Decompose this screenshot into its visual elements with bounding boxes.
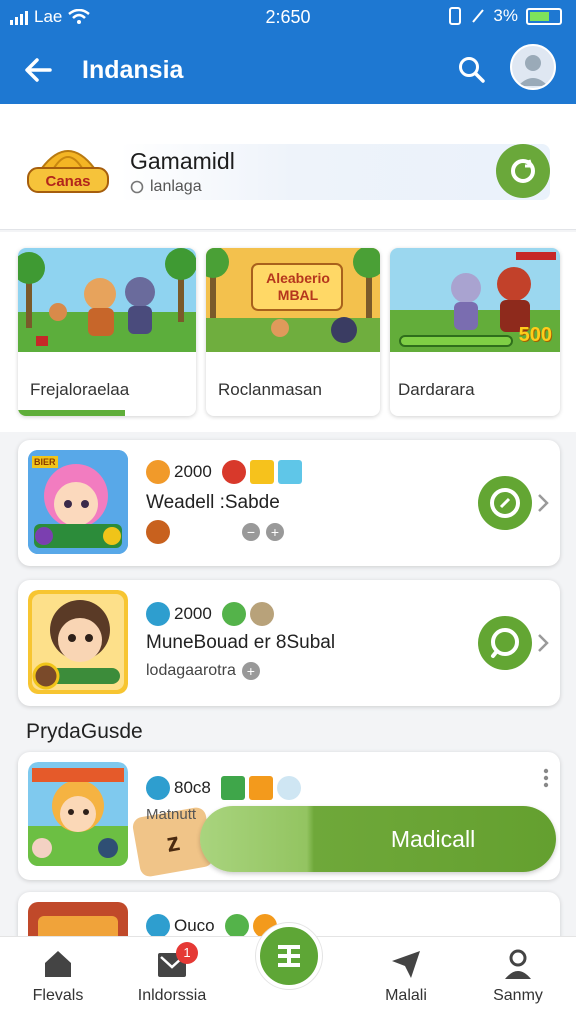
nav-label: Sanmy: [493, 987, 543, 1004]
add-icon[interactable]: +: [266, 523, 284, 541]
star-icon: [248, 776, 273, 800]
clock-icon: [146, 776, 170, 800]
tag-icon: [130, 180, 144, 194]
nav-item-home[interactable]: Flevals: [8, 947, 108, 1005]
nav-item-inbox[interactable]: Inldorssia: [122, 947, 222, 1005]
game-count: 2000: [174, 462, 212, 481]
profile-icon: [505, 949, 531, 979]
avatar[interactable]: [510, 44, 556, 90]
heart-icon: [221, 460, 246, 484]
center-menu-icon: [278, 945, 300, 967]
vibrate-icon: [449, 7, 462, 25]
chevron-right-icon[interactable]: [536, 632, 550, 654]
star-icon: [220, 776, 245, 800]
send-icon: [392, 951, 420, 978]
game-icon: BIER: [28, 450, 128, 554]
featured-label: Dardarara: [398, 380, 475, 399]
featured-card[interactable]: 500 Dardarara: [390, 248, 560, 416]
featured-image: [18, 248, 196, 352]
refresh-icon: [511, 159, 535, 183]
featured-card[interactable]: Aleaberio MBAL Roclanmasan: [206, 248, 380, 416]
game-icon: [28, 590, 128, 694]
featured-section: Frejaloraelaa Aleaberio MBAL Roclanmasan…: [0, 232, 576, 432]
leaf-icon: [221, 602, 246, 626]
featured-label: Frejaloraelaa: [30, 380, 130, 399]
snowflake-icon: [276, 776, 301, 800]
clock-icon: [146, 914, 170, 938]
game-count: Ouco: [174, 916, 215, 935]
sword-icon: [146, 602, 170, 626]
nav-item-profile[interactable]: Sanmy: [468, 947, 568, 1005]
notification-badge: 1: [176, 942, 198, 964]
remove-icon[interactable]: −: [242, 523, 260, 541]
game-count: 2000: [174, 604, 212, 623]
home-icon: [45, 951, 71, 977]
nav-item-send[interactable]: Malali: [356, 947, 456, 1005]
page-title: Indansia: [82, 56, 184, 84]
more-options-icon[interactable]: [542, 768, 550, 788]
game-title: MuneBouad er 8Subal: [146, 632, 336, 653]
logo-text: Canas: [45, 173, 90, 190]
featured-image-text: Aleaberio MBAL: [266, 270, 330, 303]
add-icon[interactable]: +: [241, 662, 260, 680]
shield-icon: [249, 602, 274, 626]
featured-progress: [18, 410, 125, 416]
header-action-button[interactable]: [496, 144, 550, 198]
game-header: Canas Gamamidl lanlaga: [0, 104, 576, 230]
game-icon: [28, 762, 128, 866]
bottom-nav: Flevals Inldorssia Malali Sanmy: [0, 923, 576, 1024]
featured-score: 500: [518, 324, 552, 346]
battery-percent: 3%: [493, 6, 518, 25]
gem-icon: [277, 460, 302, 484]
battery-icon: [526, 7, 562, 25]
featured-label: Roclanmasan: [218, 380, 322, 399]
game-icon-tag: BIER: [34, 457, 56, 467]
game-subtitle: lodagaarotra: [146, 662, 236, 679]
chevron-right-icon[interactable]: [536, 492, 550, 514]
featured-card[interactable]: Frejaloraelaa: [18, 248, 196, 416]
leaf-icon: [224, 914, 249, 938]
nav-center-button[interactable]: [256, 923, 322, 989]
chat-icon: [491, 628, 519, 658]
game-logo: Canas: [24, 140, 112, 202]
header-title: Gamamidl: [130, 148, 235, 174]
game-card[interactable]: BIER 2000 Weadell :Sabde − +: [18, 440, 560, 566]
game-count: 80c8: [174, 778, 211, 797]
install-button[interactable]: Madicall: [200, 806, 556, 872]
game-title: Weadell :Sabde: [146, 492, 280, 513]
star-icon: [249, 460, 274, 484]
nav-label: Flevals: [32, 987, 84, 1004]
header-subtitle: lanlaga: [150, 178, 202, 195]
play-icon: [490, 488, 520, 518]
back-arrow-icon[interactable]: [20, 52, 56, 88]
app-bar: Indansia: [0, 34, 576, 104]
nav-label: Malali: [385, 987, 427, 1004]
nav-label: Inldorssia: [137, 987, 207, 1004]
chat-button[interactable]: [478, 616, 532, 670]
game-title: Matnutt: [146, 806, 197, 823]
game-card[interactable]: 2000 MuneBouad er 8Subal lodagaarotra +: [18, 580, 560, 706]
signal-arrow-icon: [472, 9, 485, 23]
status-bar: Lae 2:650 3%: [0, 0, 576, 34]
game-action-button[interactable]: [478, 476, 532, 530]
search-icon[interactable]: [456, 54, 488, 86]
bag-icon: [146, 520, 170, 544]
section-title: PrydaGusde: [26, 720, 143, 743]
coin-icon: [146, 460, 170, 484]
